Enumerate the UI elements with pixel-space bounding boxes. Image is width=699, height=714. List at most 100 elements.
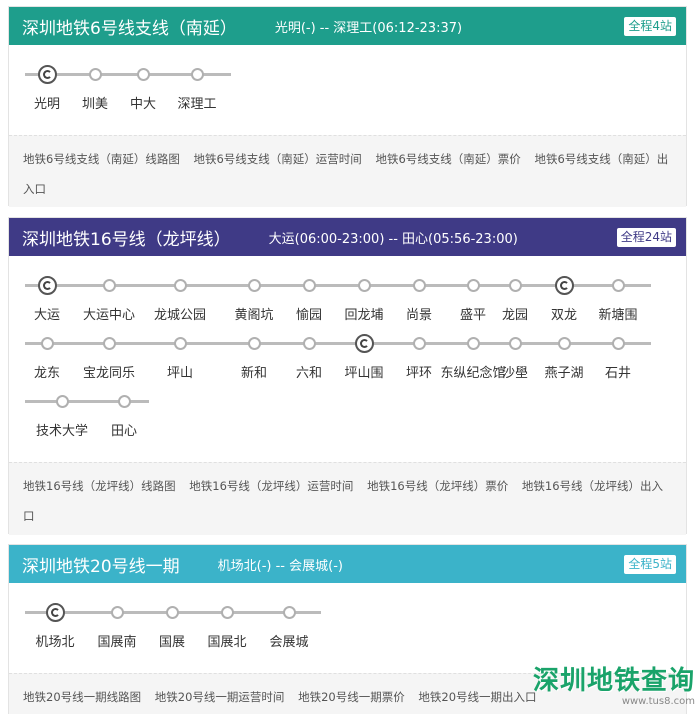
station-stop[interactable]: 石井	[605, 333, 631, 381]
station-name[interactable]: 燕子湖	[544, 362, 583, 381]
station-name[interactable]: 技术大学	[36, 420, 88, 439]
link-fare[interactable]: 地铁20号线一期票价	[298, 690, 405, 704]
station-stop[interactable]: 坪山围	[344, 333, 384, 381]
station-name[interactable]: 会展城	[269, 631, 308, 650]
station-name[interactable]: 新塘围	[598, 304, 637, 323]
station-name[interactable]: 宝龙同乐	[83, 362, 135, 381]
station-name[interactable]: 深理工	[177, 93, 216, 112]
line-title[interactable]: 深圳地铁20号线一期	[22, 552, 180, 577]
station-stop[interactable]: 龙东	[34, 333, 60, 381]
station-name[interactable]: 东纵纪念馆	[440, 362, 505, 381]
station-map: 光明 圳美 中大 深理工	[9, 45, 686, 135]
station-name[interactable]: 中大	[130, 93, 156, 112]
station-stop[interactable]: 光明	[34, 64, 60, 112]
link-route-map[interactable]: 地铁6号线支线（南延）线路图	[23, 152, 180, 166]
station-stop[interactable]: 龙城公园	[154, 275, 206, 323]
link-operating-time[interactable]: 地铁16号线（龙坪线）运营时间	[189, 479, 353, 493]
station-name[interactable]: 田心	[111, 420, 137, 439]
station-name[interactable]: 愉园	[296, 304, 322, 323]
station-name[interactable]: 国展	[159, 631, 185, 650]
station-stop[interactable]: 大运中心	[83, 275, 135, 323]
station-stop[interactable]: 盛平	[460, 275, 486, 323]
station-stop[interactable]: 新和	[241, 333, 267, 381]
line-title[interactable]: 深圳地铁16号线（龙坪线）	[22, 225, 231, 250]
station-stop[interactable]: 国展	[159, 602, 185, 650]
link-fare[interactable]: 地铁16号线（龙坪线）票价	[367, 479, 508, 493]
station-stop[interactable]: 回龙埔	[344, 275, 384, 323]
station-name[interactable]: 大运中心	[83, 304, 135, 323]
station-stop[interactable]: 燕子湖	[544, 333, 584, 381]
station-name[interactable]: 龙园	[502, 304, 528, 323]
station-count-badge: 全程5站	[624, 555, 676, 574]
station-stop[interactable]: 中大	[130, 64, 156, 112]
line-operating-hours: 光明(-) -- 深理工(06:12-23:37)	[274, 20, 463, 36]
line-card-16: 深圳地铁16号线（龙坪线） 大运(06:00-23:00) -- 田心(05:5…	[8, 217, 687, 535]
station-count-badge: 全程24站	[616, 228, 676, 247]
station-stop[interactable]: 龙园	[502, 275, 528, 323]
station-name[interactable]: 双龙	[551, 304, 577, 323]
station-name[interactable]: 光明	[34, 93, 60, 112]
station-name[interactable]: 龙城公园	[154, 304, 206, 323]
station-stop[interactable]: 新塘围	[598, 275, 638, 323]
station-stop[interactable]: 宝龙同乐	[83, 333, 135, 381]
line-title[interactable]: 深圳地铁6号线支线（南延）	[22, 14, 237, 39]
station-name[interactable]: 坪环	[406, 362, 432, 381]
station-stop[interactable]: 坪环	[406, 333, 432, 381]
station-name[interactable]: 机场北	[35, 631, 74, 650]
station-name[interactable]: 龙东	[34, 362, 60, 381]
station-stop[interactable]: 双龙	[551, 275, 577, 323]
station-stop[interactable]: 技术大学	[36, 391, 88, 439]
station-stop[interactable]: 圳美	[82, 64, 108, 112]
related-links: 地铁16号线（龙坪线）线路图 地铁16号线（龙坪线）运营时间 地铁16号线（龙坪…	[9, 462, 686, 535]
station-name[interactable]: 沙壆	[502, 362, 528, 381]
link-operating-time[interactable]: 地铁6号线支线（南延）运营时间	[193, 152, 361, 166]
station-dot-icon	[137, 68, 150, 81]
station-name[interactable]: 尚景	[406, 304, 432, 323]
station-stop[interactable]: 黄阁坑	[234, 275, 274, 323]
station-name[interactable]: 国展北	[207, 631, 246, 650]
station-dot-icon	[166, 606, 179, 619]
station-stop[interactable]: 大运	[34, 275, 60, 323]
link-route-map[interactable]: 地铁20号线一期线路图	[23, 690, 141, 704]
station-name[interactable]: 六和	[296, 362, 322, 381]
station-stop[interactable]: 愉园	[296, 275, 322, 323]
station-name[interactable]: 新和	[241, 362, 267, 381]
link-operating-time[interactable]: 地铁20号线一期运营时间	[155, 690, 285, 704]
transfer-station-icon	[38, 65, 57, 84]
station-stop[interactable]: 六和	[296, 333, 322, 381]
station-stop[interactable]: 坪山	[167, 333, 193, 381]
station-name[interactable]: 国展南	[97, 631, 136, 650]
station-dot-icon	[174, 279, 187, 292]
station-name[interactable]: 坪山	[167, 362, 193, 381]
site-watermark: 深圳地铁查询 www.tus8.com	[509, 666, 695, 712]
link-fare[interactable]: 地铁6号线支线（南延）票价	[375, 152, 520, 166]
station-stop[interactable]: 田心	[111, 391, 137, 439]
station-name[interactable]: 圳美	[82, 93, 108, 112]
related-links: 地铁6号线支线（南延）线路图 地铁6号线支线（南延）运营时间 地铁6号线支线（南…	[9, 135, 686, 207]
station-stop[interactable]: 深理工	[177, 64, 217, 112]
station-name[interactable]: 坪山围	[344, 362, 383, 381]
station-name[interactable]: 大运	[34, 304, 60, 323]
station-name[interactable]: 回龙埔	[344, 304, 383, 323]
station-dot-icon	[221, 606, 234, 619]
station-stop[interactable]: 国展南	[97, 602, 137, 650]
station-row: 机场北 国展南 国展 国展北 会展城	[25, 602, 321, 650]
station-dot-icon	[118, 395, 131, 408]
watermark-title: 深圳地铁查询	[532, 666, 695, 696]
station-dot-icon	[467, 279, 480, 292]
station-dot-icon	[558, 337, 571, 350]
station-dot-icon	[174, 337, 187, 350]
station-name[interactable]: 黄阁坑	[234, 304, 273, 323]
line-card-6-branch: 深圳地铁6号线支线（南延） 光明(-) -- 深理工(06:12-23:37) …	[8, 6, 687, 207]
station-stop[interactable]: 东纵纪念馆	[440, 333, 506, 381]
station-dot-icon	[103, 279, 116, 292]
station-stop[interactable]: 尚景	[406, 275, 432, 323]
station-stop[interactable]: 沙壆	[502, 333, 528, 381]
station-name[interactable]: 盛平	[460, 304, 486, 323]
station-stop[interactable]: 会展城	[269, 602, 309, 650]
link-route-map[interactable]: 地铁16号线（龙坪线）线路图	[23, 479, 176, 493]
line-operating-hours: 机场北(-) -- 会展城(-)	[217, 558, 343, 574]
station-stop[interactable]: 国展北	[207, 602, 247, 650]
station-stop[interactable]: 机场北	[35, 602, 75, 650]
station-name[interactable]: 石井	[605, 362, 631, 381]
